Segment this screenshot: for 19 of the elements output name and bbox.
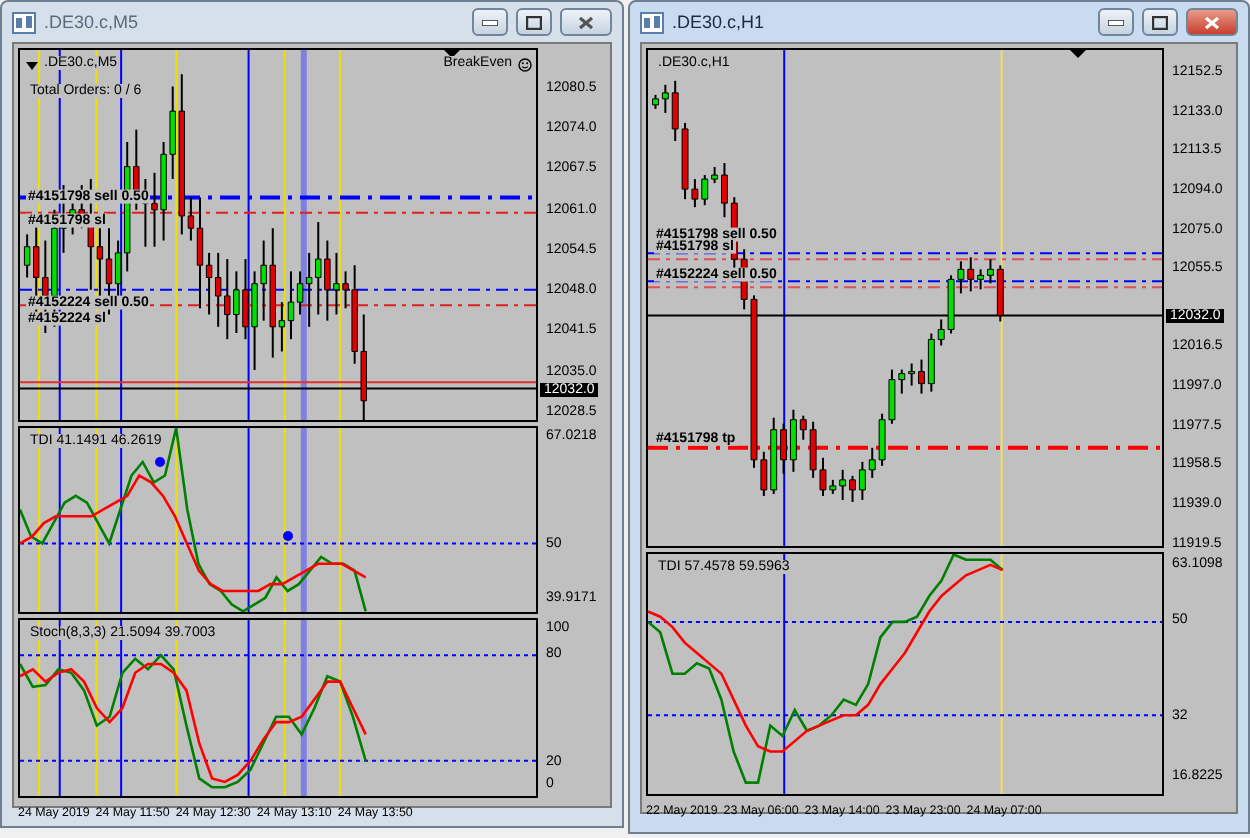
dropdown-triangle-icon (26, 62, 38, 70)
maximize-button[interactable] (516, 8, 552, 36)
signal-dot (154, 456, 165, 467)
close-button[interactable] (1186, 8, 1238, 36)
minimize-icon (482, 19, 498, 25)
chart-window-icon (12, 11, 36, 33)
close-button[interactable] (560, 8, 612, 36)
minimize-button[interactable] (472, 8, 508, 36)
minimize-button[interactable] (1098, 8, 1134, 36)
close-icon (1204, 15, 1220, 29)
maximize-icon (1152, 15, 1168, 29)
maximize-button[interactable] (1142, 8, 1178, 36)
minimize-icon (1108, 19, 1124, 25)
window-title: .DE30.c,H1 (672, 12, 767, 32)
maximize-icon (526, 15, 542, 29)
smiley-icon (518, 58, 532, 72)
close-icon (578, 15, 594, 29)
chart-window-icon (640, 11, 664, 33)
window-title: .DE30.c,M5 (44, 12, 141, 32)
